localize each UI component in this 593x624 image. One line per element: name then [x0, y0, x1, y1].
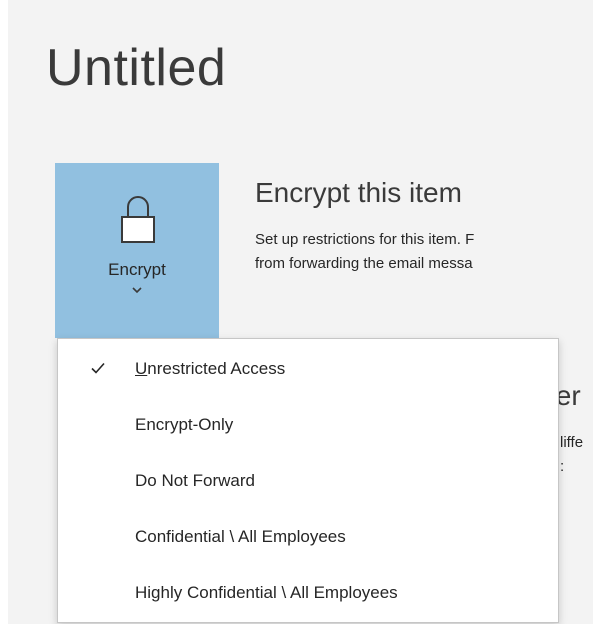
chevron-down-icon[interactable]	[130, 285, 144, 295]
description-line: from forwarding the email messa	[255, 255, 473, 272]
menu-item-highly-confidential-all-employees[interactable]: Highly Confidential \ All Employees	[58, 569, 558, 617]
menu-item-encrypt-only[interactable]: Encrypt-Only	[58, 401, 558, 449]
menu-item-do-not-forward[interactable]: Do Not Forward	[58, 457, 558, 505]
menu-item-label: Unrestricted Access	[135, 359, 285, 379]
checkmark-icon	[91, 362, 105, 374]
encrypt-button[interactable]: Encrypt	[55, 163, 219, 338]
section-heading: Encrypt this item	[255, 177, 462, 208]
menu-item-label: Highly Confidential \ All Employees	[135, 583, 398, 602]
obscured-line: :	[560, 458, 565, 475]
menu-item-unrestricted-access[interactable]: Unrestricted Access	[58, 345, 558, 393]
menu-item-label-rest: nrestricted Access	[147, 359, 286, 378]
obscured-text: liffe :	[560, 431, 583, 479]
section-description: Set up restrictions for this item. F fro…	[255, 228, 474, 276]
page-title: Untitled	[46, 39, 227, 97]
description-line: Set up restrictions for this item. F	[255, 231, 475, 248]
menu-item-label: Encrypt-Only	[135, 415, 234, 434]
encrypt-dropdown-menu: Unrestricted Access Encrypt-Only Do Not …	[57, 338, 559, 623]
lock-icon	[121, 196, 155, 243]
access-key: U	[135, 359, 148, 378]
window-edge	[0, 0, 8, 624]
obscured-line: liffe	[560, 434, 584, 451]
menu-item-label: Do Not Forward	[135, 471, 255, 490]
menu-item-label: Confidential \ All Employees	[135, 527, 346, 546]
menu-item-confidential-all-employees[interactable]: Confidential \ All Employees	[58, 513, 558, 561]
encrypt-label: Encrypt	[108, 260, 166, 279]
